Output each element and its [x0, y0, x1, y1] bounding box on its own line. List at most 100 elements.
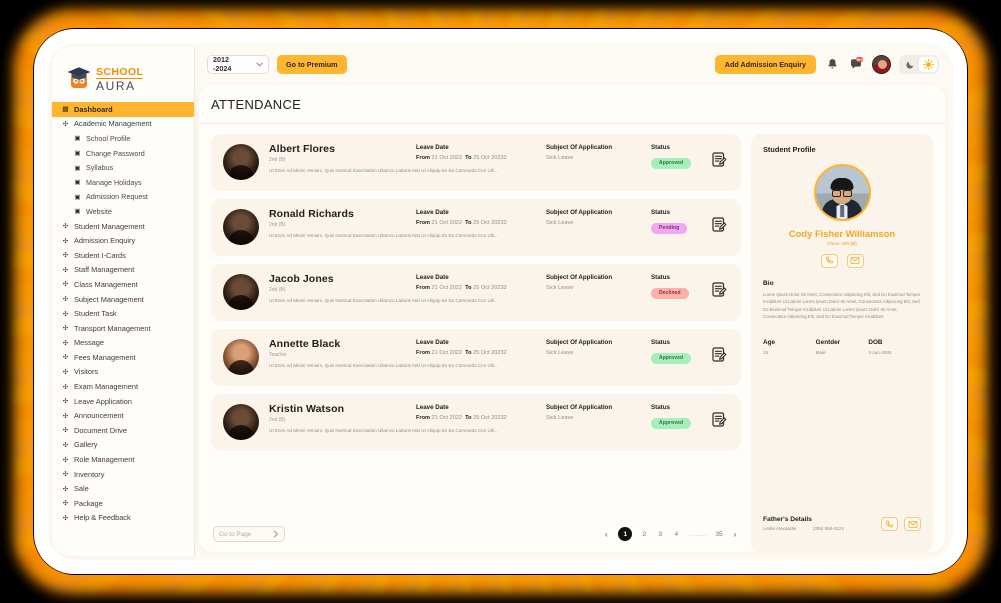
sidebar-item-admission-enquiry[interactable]: ✣ Admission Enquiry [52, 233, 194, 248]
edit-note-icon[interactable] [712, 412, 727, 428]
student-info: Annette Black Teacher Ut Enim Ad Minim Ven… [269, 338, 498, 368]
pagination-page[interactable]: 3 [656, 531, 664, 538]
sidebar-item-academic-management[interactable]: ✣ Academic Management [52, 117, 194, 132]
notification-bell-icon[interactable] [824, 56, 840, 72]
sidebar-item-school-profile[interactable]: ▣ School Profile [52, 131, 194, 146]
student-profile-panel: Student Profile Cody Fisher Williamson C… [751, 134, 933, 552]
status-badge: Approved [651, 157, 692, 169]
sidebar-item-class-management[interactable]: ✣ Class Management [52, 277, 194, 292]
subject-column: Subject Of Application Sick Leave [546, 208, 651, 226]
sidebar-item-gallery[interactable]: ✣ Gallery [52, 438, 194, 453]
asterisk-icon: ✣ [62, 368, 69, 376]
edit-note-icon[interactable] [712, 347, 727, 363]
sidebar-item-website[interactable]: ▣ Website [52, 204, 194, 219]
app-logo[interactable]: SCHOOL AURA [52, 57, 194, 102]
pagination-page[interactable]: 4 [672, 531, 680, 538]
sidebar-item-manage-holidays[interactable]: ▣ Manage Holidays [52, 175, 194, 190]
go-to-premium-button[interactable]: Go to Premium [277, 54, 347, 74]
sidebar-item-document-drive[interactable]: ✣ Document Drive [52, 423, 194, 438]
sidebar-item-label: Package [74, 498, 103, 508]
globe-icon: ▣ [74, 208, 81, 216]
sidebar-item-fees-management[interactable]: ✣ Fees Management [52, 350, 194, 365]
leave-date-header: Leave Date [416, 209, 449, 216]
sidebar-item-transport-management[interactable]: ✣ Transport Management [52, 321, 194, 336]
father-name: Leslie Alexander [763, 526, 797, 531]
attendance-list-column: Albert Flores 2nd (B) Ut Enim Ad Minim Ven… [211, 134, 741, 552]
father-phone-icon[interactable] [881, 517, 898, 531]
sidebar-item-label: Fees Management [74, 352, 136, 362]
pagination-page[interactable]: 1 [618, 527, 633, 541]
sidebar-item-label: Syllabus [86, 163, 114, 173]
sidebar-item-visitors[interactable]: ✣ Visitors [52, 365, 194, 380]
attendance-row[interactable]: Jacob Jones 2nd (B) Ut Enim Ad Minim Venia… [211, 264, 741, 321]
book-icon: ▣ [74, 164, 81, 172]
attendance-row[interactable]: Albert Flores 2nd (B) Ut Enim Ad Minim Ven… [211, 134, 741, 191]
sidebar-item-inventory[interactable]: ✣ Inventory [52, 467, 194, 482]
to-label: To [465, 220, 472, 226]
go-to-page-input[interactable]: Go to Page [213, 526, 285, 542]
asterisk-icon: ✣ [62, 427, 69, 435]
sidebar-item-staff-management[interactable]: ✣ Staff Management [52, 263, 194, 278]
from-value: 21 Oct 2022 [431, 220, 463, 226]
phone-icon[interactable] [820, 253, 838, 268]
leave-description: Ut Enim Ad Minim Veniam, Quis Nostrud Ex… [269, 428, 498, 433]
attendance-row[interactable]: Annette Black Teacher Ut Enim Ad Minim Ven… [211, 329, 741, 386]
pagination-page[interactable]: 35 [715, 531, 723, 538]
sidebar-item-label: Admission Request [86, 192, 148, 202]
sidebar-item-label: Student I-Cards [74, 250, 126, 260]
pagination-page[interactable]: 2 [640, 531, 648, 538]
sidebar-item-student-task[interactable]: ✣ Student Task [52, 306, 194, 321]
sidebar-item-label: Manage Holidays [86, 177, 142, 187]
asterisk-icon: ✣ [62, 441, 69, 449]
father-envelope-icon[interactable] [904, 517, 921, 531]
sidebar-item-sale[interactable]: ✣ Sale [52, 481, 194, 496]
asterisk-icon: ✣ [62, 120, 69, 128]
sidebar-nav: ▤ Dashboard ✣ Academic Management ▣ School Pr… [52, 102, 194, 556]
theme-toggle[interactable] [899, 54, 939, 74]
pagination-prev[interactable]: ‹ [602, 530, 610, 539]
sidebar-item-label: Transport Management [74, 323, 151, 333]
sidebar-item-admission-request[interactable]: ▣ Admission Request [52, 190, 194, 205]
user-avatar[interactable] [872, 54, 891, 74]
student-avatar [223, 144, 259, 180]
edit-note-icon[interactable] [712, 217, 727, 233]
sidebar-item-dashboard[interactable]: ▤ Dashboard [52, 102, 194, 117]
sidebar-item-exam-management[interactable]: ✣ Exam Management [52, 379, 194, 394]
add-admission-enquiry-button[interactable]: Add Admission Enquiry [714, 54, 816, 74]
sidebar-item-message[interactable]: ✣ Message [52, 336, 194, 351]
sidebar-item-package[interactable]: ✣ Package [52, 496, 194, 511]
pagination-next[interactable]: › [731, 530, 739, 539]
dark-mode-moon-icon[interactable] [901, 57, 919, 72]
content-panel: ATTENDANCE Albert Flores 2nd (B) Ut Enim A… [199, 85, 945, 552]
academic-year-select[interactable]: 2012 -2024 [207, 54, 269, 74]
messages-chat-icon[interactable]: 99+ [848, 56, 864, 72]
attendance-row[interactable]: Kristin Watson 2nd (B) Ut Enim Ad Minim Ve… [211, 394, 741, 451]
sidebar-item-role-management[interactable]: ✣ Role Management [52, 452, 194, 467]
attendance-row[interactable]: Ronald Richards 2nd (B) Ut Enim Ad Minim V… [211, 199, 741, 256]
student-name: Annette Black [269, 338, 341, 350]
asterisk-icon: ✣ [62, 296, 69, 304]
sidebar-item-label: Gallery [74, 440, 98, 450]
sidebar-item-help-feedback[interactable]: ✣ Help & Feedback [52, 511, 194, 526]
edit-note-icon[interactable] [712, 282, 727, 298]
bio-text: Lorem Ipsum Dolor Sit Amet, Consectetur … [763, 291, 921, 320]
sidebar-item-syllabus[interactable]: ▣ Syllabus [52, 160, 194, 175]
go-to-page-label: Go to Page [219, 530, 252, 538]
sidebar-item-subject-management[interactable]: ✣ Subject Management [52, 292, 194, 307]
sidebar-item-student-management[interactable]: ✣ Student Management [52, 219, 194, 234]
sidebar-item-label: Website [86, 206, 112, 216]
sidebar-item-change-password[interactable]: ▣ Change Password [52, 146, 194, 161]
building-icon: ▣ [74, 135, 81, 143]
sidebar-item-label: Inventory [74, 469, 105, 479]
sidebar-item-student-i-cards[interactable]: ✣ Student I-Cards [52, 248, 194, 263]
envelope-icon[interactable] [846, 253, 864, 268]
subject-value: Sick Leave [546, 220, 574, 226]
student-name: Cody Fisher Williamson [788, 228, 896, 239]
to-value: 25 Oct 20232 [473, 350, 507, 356]
edit-note-icon[interactable] [712, 152, 727, 168]
light-mode-sun-icon[interactable] [919, 56, 937, 72]
asterisk-icon: ✣ [62, 514, 69, 522]
sidebar-item-label: Staff Management [74, 265, 135, 275]
sidebar-item-leave-application[interactable]: ✣ Leave Application [52, 394, 194, 409]
sidebar-item-announcement[interactable]: ✣ Announcement [52, 408, 194, 423]
